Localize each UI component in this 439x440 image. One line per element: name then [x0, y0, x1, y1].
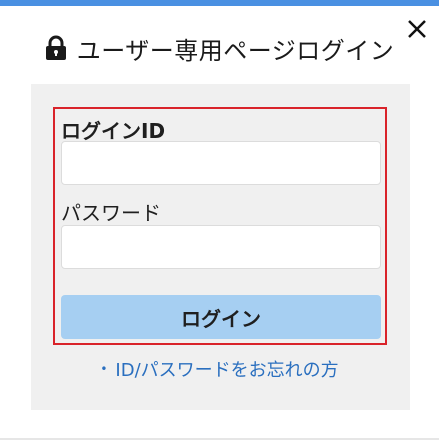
password-label: パスワード	[61, 201, 161, 225]
modal-header: ユーザー専用ページログイン	[0, 32, 439, 65]
page-title: ユーザー専用ページログイン	[76, 36, 395, 65]
bullet-icon: •	[100, 362, 108, 376]
login-form: ログインID パスワード ログイン	[53, 107, 387, 345]
login-id-label: ログインID	[61, 119, 166, 143]
lock-icon	[45, 35, 66, 60]
top-accent-bar	[0, 0, 439, 6]
password-input[interactable]	[61, 225, 381, 269]
forgot-credentials-link[interactable]: • ID/パスワードをお忘れの方	[0, 356, 439, 382]
login-id-input[interactable]	[61, 141, 381, 185]
login-button[interactable]: ログイン	[61, 295, 381, 339]
forgot-credentials-label: ID/パスワードをお忘れの方	[115, 360, 339, 381]
